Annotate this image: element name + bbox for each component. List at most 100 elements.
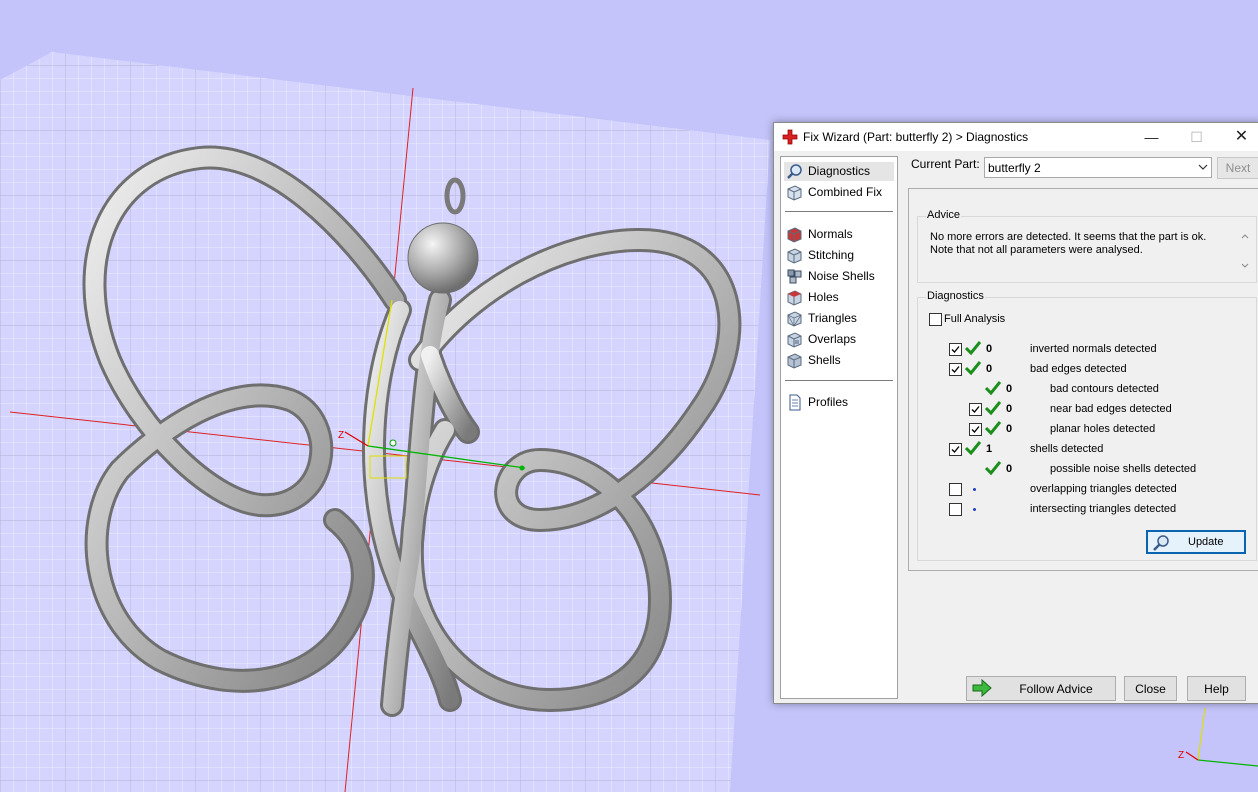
current-part-label: Current Part:	[911, 157, 980, 171]
noise-shells-icon	[787, 269, 802, 284]
nav-label-stitching: Stitching	[808, 248, 855, 262]
shells-label: shells detected	[1030, 443, 1104, 455]
checkmark-icon	[951, 366, 960, 373]
nav-label-diagnostics: Diagnostics	[808, 164, 871, 178]
current-part-value: butterfly 2	[988, 161, 1041, 175]
nav-item-diagnostics[interactable]: Diagnostics	[784, 162, 894, 181]
nav-item-holes[interactable]: Holes	[784, 288, 894, 307]
shells-cube-icon	[787, 353, 802, 369]
nav-item-overlaps[interactable]: Overlaps	[784, 330, 894, 349]
wizard-nav-panel: Diagnostics Combined Fix Normals Stitchi…	[780, 156, 898, 699]
fix-wizard-dialog: Fix Wizard (Part: butterfly 2) > Diagnos…	[773, 122, 1258, 704]
inverted-normals-label: inverted normals detected	[1030, 343, 1157, 355]
checkmark-icon	[951, 346, 960, 353]
green-check-icon	[965, 361, 981, 376]
advice-line-2: Note that not all parameters were analys…	[930, 244, 1143, 256]
planar-holes-checkbox[interactable]	[969, 423, 982, 436]
holes-cube-icon	[787, 290, 802, 306]
nav-label-profiles: Profiles	[808, 395, 849, 409]
title-bar[interactable]: Fix Wizard (Part: butterfly 2) > Diagnos…	[774, 123, 1258, 151]
scroll-down-icon[interactable]	[1241, 263, 1249, 269]
nav-label-triangles: Triangles	[808, 311, 857, 325]
inverted-normals-count: 0	[986, 343, 993, 355]
corner-z-label: Z	[1178, 750, 1184, 761]
advice-text: No more errors are detected. It seems th…	[930, 231, 1230, 257]
green-check-icon	[965, 341, 981, 356]
overlaps-cube-icon	[787, 332, 802, 348]
stitching-cube-icon	[787, 248, 802, 264]
chevron-down-icon	[1198, 164, 1208, 170]
full-analysis-checkbox[interactable]	[929, 313, 942, 326]
green-check-icon	[985, 381, 1001, 396]
current-part-select[interactable]: butterfly 2	[984, 157, 1212, 178]
intersecting-triangles-checkbox[interactable]	[949, 503, 962, 516]
checkmark-icon	[971, 406, 980, 413]
bad-edges-label: bad edges detected	[1030, 363, 1127, 375]
advice-textbox[interactable]: No more errors are detected. It seems th…	[921, 225, 1251, 275]
bad-contours-count: 0	[1006, 383, 1013, 395]
overlapping-triangles-label: overlapping triangles detected	[1030, 483, 1177, 495]
nav-item-combined-fix[interactable]: Combined Fix	[784, 183, 894, 202]
nav-label-normals: Normals	[808, 227, 853, 241]
advice-group: Advice No more errors are detected. It s…	[917, 209, 1257, 283]
bad-contours-label: bad contours detected	[1050, 383, 1159, 395]
next-button[interactable]: Next	[1217, 157, 1258, 179]
diagnostics-page: Advice No more errors are detected. It s…	[908, 188, 1258, 571]
checkmark-icon	[951, 446, 960, 453]
dialog-title: Fix Wizard (Part: butterfly 2) > Diagnos…	[803, 130, 1029, 144]
help-button[interactable]: Help	[1187, 676, 1246, 701]
triangles-cube-icon	[787, 311, 802, 327]
noise-shells-label: possible noise shells detected	[1050, 463, 1197, 475]
diagnostics-title: Diagnostics	[926, 290, 985, 302]
shells-checkbox[interactable]	[949, 443, 962, 456]
nav-item-shells[interactable]: Shells	[784, 351, 894, 370]
green-arrow-right-icon	[972, 679, 992, 697]
inverted-normals-checkbox[interactable]	[949, 343, 962, 356]
nav-item-profiles[interactable]: Profiles	[784, 393, 894, 412]
bad-edges-count: 0	[986, 363, 993, 375]
near-bad-edges-checkbox[interactable]	[969, 403, 982, 416]
nav-label-noise-shells: Noise Shells	[808, 269, 875, 283]
nav-item-noise-shells[interactable]: Noise Shells	[784, 267, 894, 286]
nav-label-overlaps: Overlaps	[808, 332, 857, 346]
scroll-up-icon[interactable]	[1241, 233, 1249, 239]
nav-label-shells: Shells	[808, 353, 841, 367]
bad-edges-checkbox[interactable]	[949, 363, 962, 376]
near-bad-edges-label: near bad edges detected	[1050, 403, 1172, 415]
document-icon	[789, 394, 801, 411]
checkmark-icon	[971, 426, 980, 433]
overlapping-triangles-checkbox[interactable]	[949, 483, 962, 496]
noise-shells-count: 0	[1006, 463, 1013, 475]
minimize-button[interactable]: —	[1129, 123, 1174, 151]
update-label: Update	[1188, 536, 1224, 548]
advice-line-1: No more errors are detected. It seems th…	[930, 231, 1207, 243]
normals-cube-icon	[787, 227, 802, 243]
nav-label-holes: Holes	[808, 290, 839, 304]
green-check-icon	[985, 401, 1001, 416]
gizmo-z-label: Z	[338, 430, 344, 441]
full-analysis-label: Full Analysis	[944, 313, 1006, 325]
close-label: Close	[1135, 682, 1166, 696]
intersecting-triangles-label: intersecting triangles detected	[1030, 503, 1177, 515]
follow-advice-button[interactable]: Follow Advice	[966, 676, 1116, 701]
follow-advice-label: Follow Advice	[1019, 682, 1093, 696]
corner-axis-indicator: Z	[1178, 707, 1258, 767]
help-label: Help	[1204, 682, 1229, 696]
nav-item-stitching[interactable]: Stitching	[784, 246, 894, 265]
nav-item-normals[interactable]: Normals	[784, 225, 894, 244]
cube-icon	[787, 185, 802, 201]
update-button[interactable]: Update	[1146, 530, 1246, 554]
magnifier-icon	[1153, 535, 1169, 551]
diagnostics-group: Diagnostics Full Analysis 0 inverted nor…	[917, 290, 1257, 561]
close-button[interactable]: Close	[1124, 676, 1177, 701]
nav-item-triangles[interactable]: Triangles	[784, 309, 894, 328]
shells-count: 1	[986, 443, 993, 455]
nav-separator	[785, 211, 893, 212]
maximize-button[interactable]: ☐	[1174, 123, 1219, 151]
pending-dot-icon	[973, 488, 976, 491]
green-check-icon	[965, 441, 981, 456]
pending-dot-icon	[973, 508, 976, 511]
close-window-button[interactable]: ✕	[1219, 123, 1258, 151]
fix-wizard-cross-icon	[782, 129, 798, 145]
near-bad-edges-count: 0	[1006, 403, 1013, 415]
